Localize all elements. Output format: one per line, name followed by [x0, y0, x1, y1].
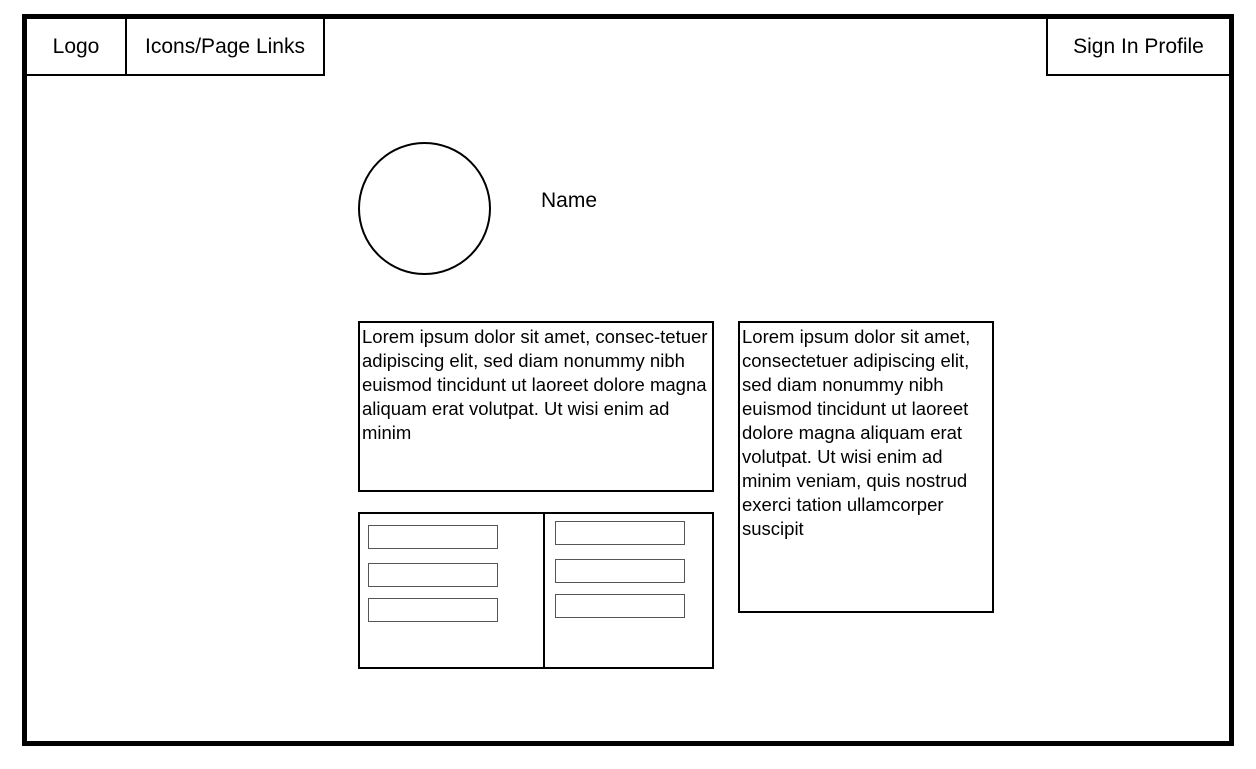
logo-label: Logo — [52, 34, 100, 58]
form-field-right-3[interactable] — [555, 594, 685, 618]
sign-in-profile-button[interactable]: Sign In Profile — [1046, 19, 1229, 76]
wireframe-frame: Logo Icons/Page Links Sign In Profile Na… — [22, 14, 1234, 746]
page-links-label: Icons/Page Links — [145, 34, 305, 58]
details-text-card: Lorem ipsum dolor sit amet, consectetuer… — [738, 321, 994, 613]
details-text: Lorem ipsum dolor sit amet, consectetuer… — [742, 326, 971, 539]
form-field-left-2[interactable] — [368, 563, 498, 587]
bio-text: Lorem ipsum dolor sit amet, consec-tetue… — [362, 326, 708, 443]
logo[interactable]: Logo — [27, 19, 127, 76]
profile-name: Name — [541, 189, 598, 212]
form-field-right-1[interactable] — [555, 521, 685, 545]
page-links-nav[interactable]: Icons/Page Links — [125, 19, 325, 76]
form-field-left-3[interactable] — [368, 598, 498, 622]
avatar — [358, 142, 491, 275]
sign-in-profile-label: Sign In Profile — [1073, 34, 1204, 58]
form-field-right-2[interactable] — [555, 559, 685, 583]
bio-text-card: Lorem ipsum dolor sit amet, consec-tetue… — [358, 321, 714, 492]
form-panel — [358, 512, 714, 669]
form-field-left-1[interactable] — [368, 525, 498, 549]
form-divider — [543, 514, 545, 667]
